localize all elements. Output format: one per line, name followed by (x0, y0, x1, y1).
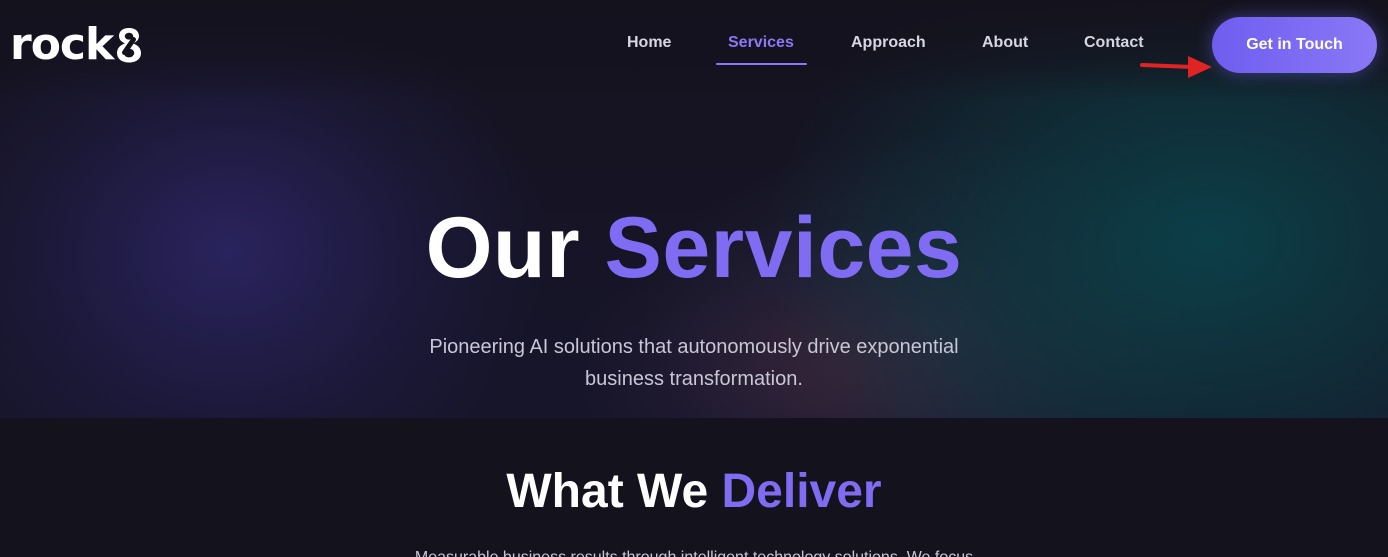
hero-title: Our Services (0, 198, 1388, 298)
nav-link-home[interactable]: Home (627, 34, 671, 52)
nav-link-about[interactable]: About (982, 34, 1028, 52)
red-arrow-right-icon (1140, 56, 1212, 78)
section-description: Measurable business results through inte… (0, 548, 1388, 557)
active-nav-indicator (716, 63, 807, 65)
section-title-accent: Deliver (721, 465, 882, 518)
nav-link-contact[interactable]: Contact (1084, 34, 1144, 52)
page: Our Services Pioneering AI solutions tha… (0, 0, 1388, 557)
section-title: What We Deliver (0, 464, 1388, 520)
nav-link-services[interactable]: Services (728, 34, 794, 52)
hero-title-plain: Our (425, 200, 581, 296)
hero-title-accent: Services (604, 200, 963, 296)
get-in-touch-button[interactable]: Get in Touch (1212, 17, 1377, 73)
top-navigation: rock Home Services Approach About Contac… (0, 0, 1388, 90)
section-title-plain: What We (506, 465, 709, 518)
hero-subtitle: Pioneering AI solutions that autonomousl… (429, 336, 959, 390)
what-we-deliver-section: What We Deliver Measurable business resu… (0, 418, 1388, 557)
nav-link-approach[interactable]: Approach (851, 34, 926, 52)
